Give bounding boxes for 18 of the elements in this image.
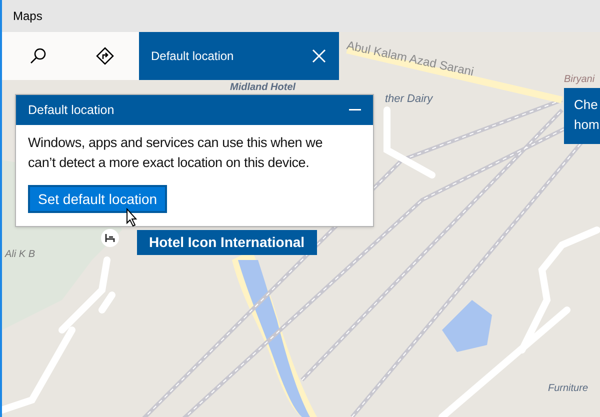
- window-title: Maps: [13, 8, 42, 25]
- place-label: Ali K B: [5, 248, 36, 262]
- panel-title: Default location: [151, 48, 234, 65]
- dialog-title: Default location: [28, 102, 114, 119]
- place-label: Furniture: [548, 382, 588, 396]
- place-label: ther Dairy: [385, 92, 433, 107]
- place-label: Midland Hotel: [230, 81, 296, 95]
- info-callout[interactable]: Che hom: [564, 88, 600, 144]
- set-default-location-button[interactable]: Set default location: [28, 185, 168, 213]
- minimize-icon: [349, 109, 361, 111]
- dialog-message: Windows, apps and services can use this when we can’t detect a more exact location on this device.: [28, 134, 324, 172]
- close-icon: [312, 49, 326, 63]
- road-label: Abul Kalam Azad Sarani: [345, 37, 476, 81]
- directions-icon: [96, 47, 114, 65]
- search-icon: [29, 47, 47, 65]
- place-callout[interactable]: Hotel Icon International: [137, 230, 317, 255]
- place-label: Biryani: [564, 73, 595, 87]
- hotel-icon: [101, 229, 119, 247]
